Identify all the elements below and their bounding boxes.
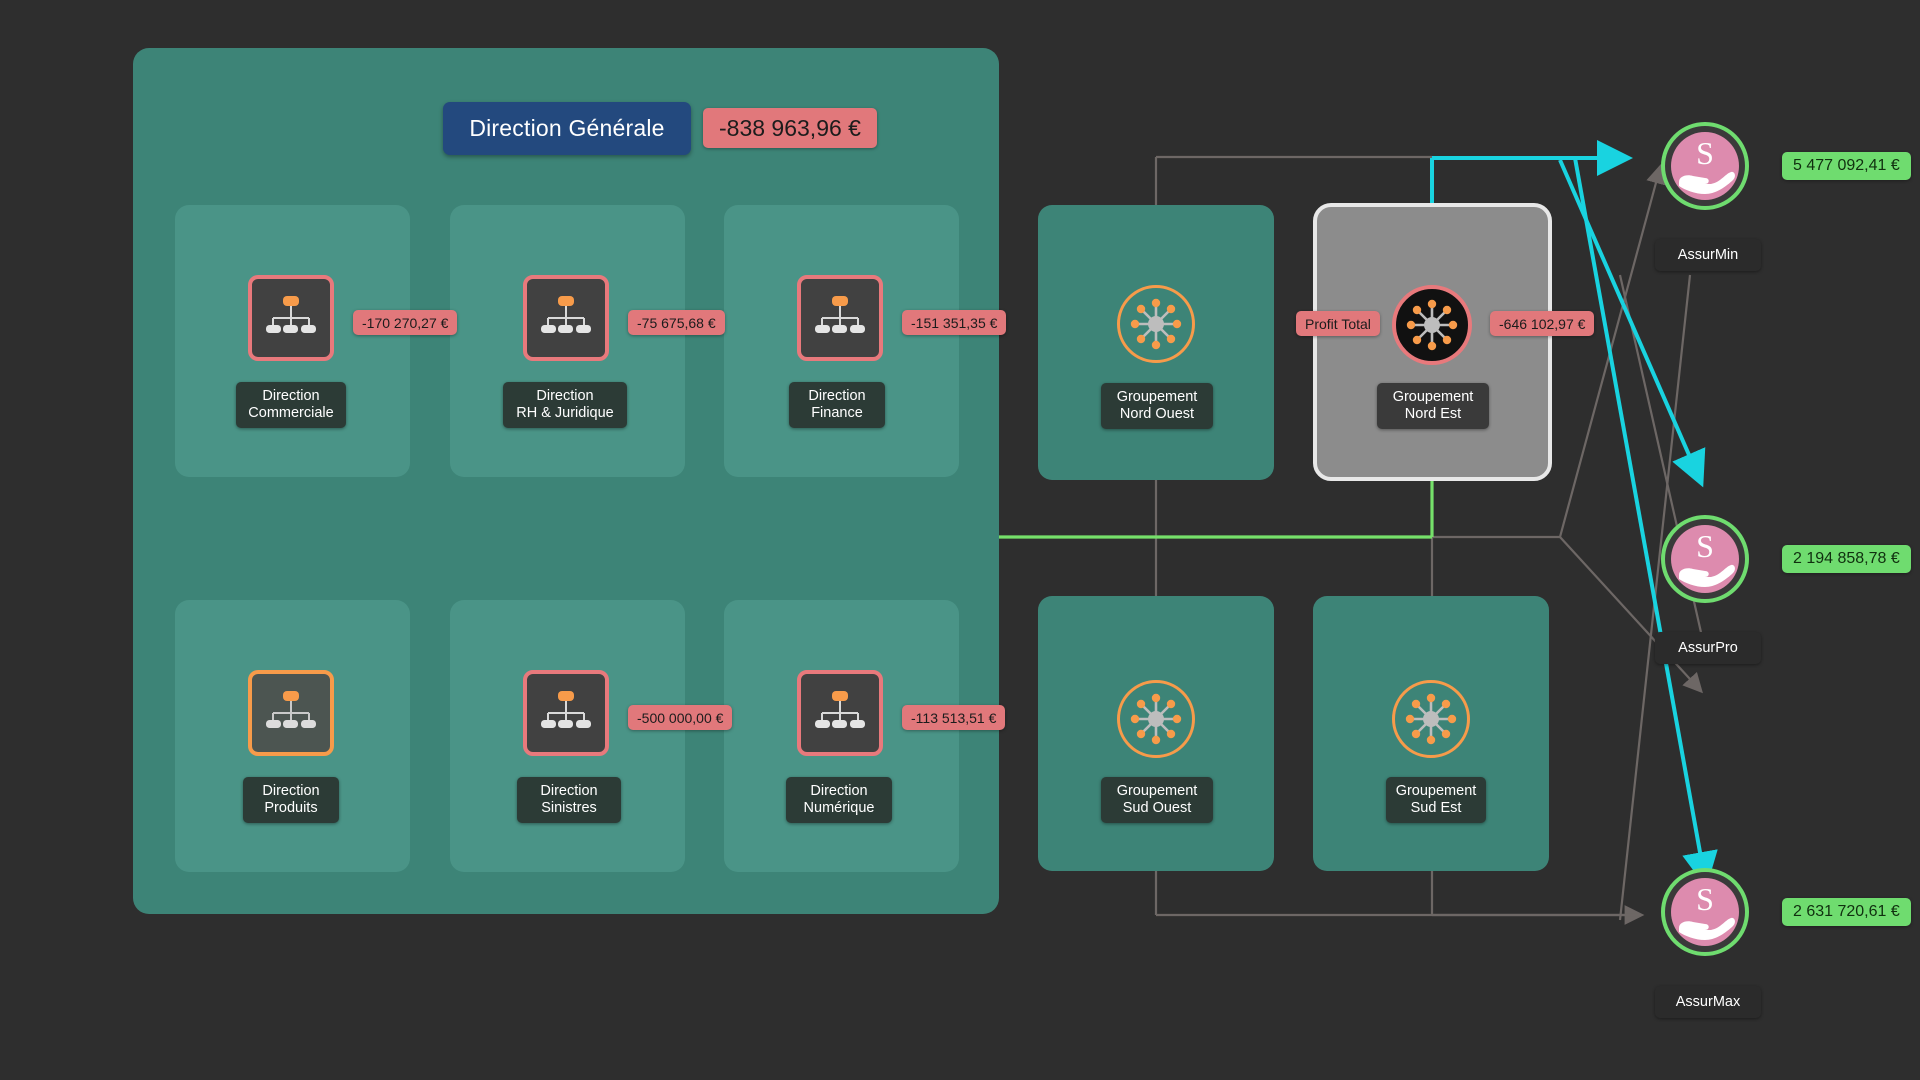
dept-icon-commerciale[interactable] (248, 275, 334, 361)
dept-label-finance[interactable]: Direction Finance (789, 382, 885, 428)
dept-label-line1: Direction (536, 388, 594, 404)
region-icon-nord-est[interactable] (1392, 285, 1472, 365)
dept-label-line2: Commerciale (248, 405, 334, 421)
dept-label-line2: Sinistres (541, 800, 597, 816)
dept-label-line1: Direction (810, 783, 868, 799)
dept-icon-finance[interactable] (797, 275, 883, 361)
svg-text:S: S (1696, 528, 1714, 564)
dept-icon-rh-juridique[interactable] (523, 275, 609, 361)
dept-label-line1: Direction (808, 388, 866, 404)
dept-label-line1: Direction (262, 388, 320, 404)
insurer-label-text: AssurPro (1678, 639, 1738, 656)
dept-icon-produits[interactable] (248, 670, 334, 756)
region-icon-sud-ouest[interactable] (1117, 680, 1195, 758)
dept-label-numerique[interactable]: Direction Numérique (786, 777, 892, 823)
region-icon-nord-ouest[interactable] (1117, 285, 1195, 363)
insurer-label-text: AssurMax (1675, 993, 1741, 1010)
dept-label-line2: Produits (264, 800, 318, 816)
hub-network-icon (1406, 299, 1458, 351)
dept-label-commerciale[interactable]: Direction Commerciale (236, 382, 346, 428)
dept-value-sinistres: -500 000,00 € (628, 705, 733, 730)
dept-icon-sinistres[interactable] (523, 670, 609, 756)
region-label-nord-ouest[interactable]: Groupement Nord Ouest (1101, 383, 1213, 429)
org-chart-icon (541, 296, 591, 333)
org-chart-icon (266, 296, 316, 333)
page-title: Direction Générale (443, 102, 691, 155)
dept-label-sinistres[interactable]: Direction Sinistres (517, 777, 621, 823)
dept-value-numerique: -113 513,51 € (902, 705, 1006, 730)
svg-text:S: S (1696, 881, 1714, 917)
dept-label-produits[interactable]: Direction Produits (243, 777, 339, 823)
insurer-label-assurmax[interactable]: AssurMax (1655, 986, 1761, 1018)
insurer-icon-assurmin[interactable]: S (1661, 122, 1749, 210)
insurance-hand-icon: S (1671, 878, 1739, 946)
region-label-line2: Nord Est (1404, 406, 1462, 422)
region-label-line2: Sud Est (1410, 800, 1462, 816)
region-profit-label-nord-est: Profit Total (1296, 311, 1380, 336)
insurance-hand-icon: S (1671, 132, 1739, 200)
dept-value-commerciale: -170 270,27 € (353, 310, 458, 335)
dept-label-rh-juridique[interactable]: Direction RH & Juridique (503, 382, 627, 428)
region-label-line1: Groupement (1116, 389, 1198, 405)
dept-value-rh-juridique: -75 675,68 € (628, 310, 725, 335)
diagram-canvas[interactable]: Direction Générale -838 963,96 € -170 27… (0, 0, 1920, 1080)
insurer-label-assurpro[interactable]: AssurPro (1655, 632, 1761, 664)
insurer-label-text: AssurMin (1677, 246, 1739, 263)
org-chart-icon (815, 691, 865, 728)
region-label-line1: Groupement (1392, 389, 1474, 405)
region-label-line2: Sud Ouest (1122, 800, 1192, 816)
insurer-value-assurmin: 5 477 092,41 € (1782, 152, 1911, 180)
region-label-sud-est[interactable]: Groupement Sud Est (1386, 777, 1486, 823)
dept-icon-numerique[interactable] (797, 670, 883, 756)
region-icon-sud-est[interactable] (1392, 680, 1470, 758)
region-label-line1: Groupement (1116, 783, 1198, 799)
svg-text:S: S (1696, 135, 1714, 171)
region-value-nord-est: -646 102,97 € (1490, 311, 1595, 336)
org-chart-icon (541, 691, 591, 728)
org-chart-icon (266, 691, 316, 728)
dept-value-finance: -151 351,35 € (902, 310, 1007, 335)
dept-label-line2: Finance (811, 405, 863, 421)
hub-network-icon (1405, 693, 1457, 745)
dept-label-line1: Direction (262, 783, 320, 799)
insurer-icon-assurpro[interactable]: S (1661, 515, 1749, 603)
insurer-label-assurmin[interactable]: AssurMin (1655, 239, 1761, 271)
region-label-sud-ouest[interactable]: Groupement Sud Ouest (1101, 777, 1213, 823)
dept-label-line2: Numérique (803, 800, 875, 816)
region-label-line2: Nord Ouest (1119, 406, 1195, 422)
hub-network-icon (1130, 298, 1182, 350)
insurance-hand-icon: S (1671, 525, 1739, 593)
hub-network-icon (1130, 693, 1182, 745)
region-label-nord-est[interactable]: Groupement Nord Est (1377, 383, 1489, 429)
insurer-value-assurpro: 2 194 858,78 € (1782, 545, 1911, 573)
region-label-line1: Groupement (1395, 783, 1477, 799)
dept-label-line1: Direction (540, 783, 598, 799)
root-total-badge: -838 963,96 € (703, 108, 877, 148)
org-chart-icon (815, 296, 865, 333)
dept-label-line2: RH & Juridique (516, 405, 614, 421)
insurer-value-assurmax: 2 631 720,61 € (1782, 898, 1911, 926)
insurer-icon-assurmax[interactable]: S (1661, 868, 1749, 956)
